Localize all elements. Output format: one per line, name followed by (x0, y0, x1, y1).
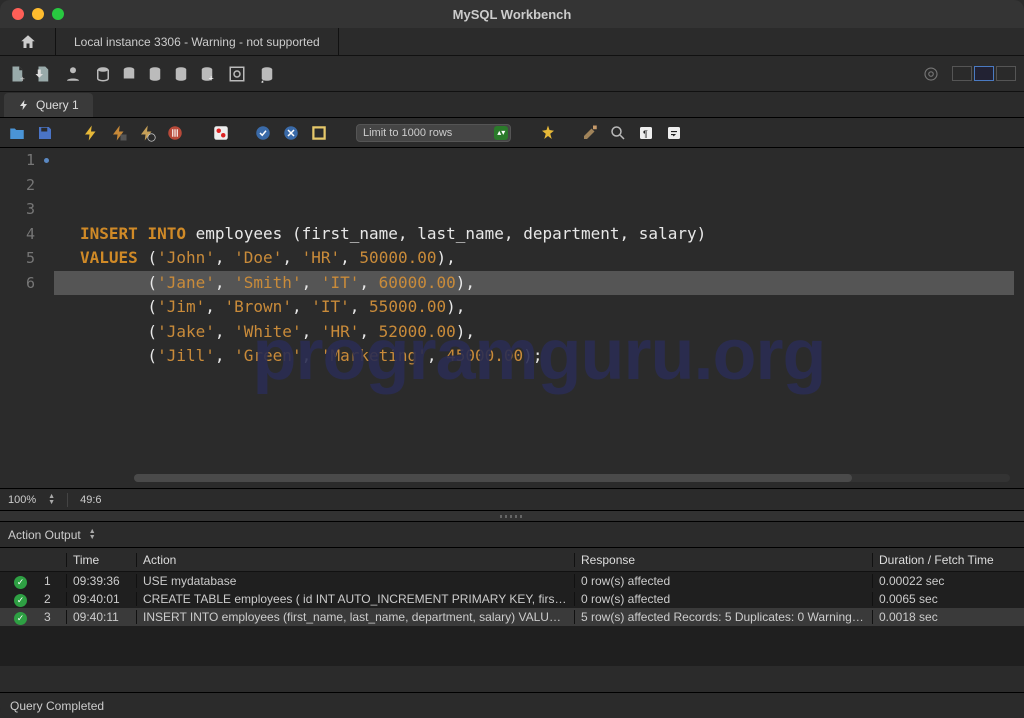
svg-text:+: + (209, 73, 214, 83)
col-action[interactable]: Action (136, 553, 574, 567)
maximize-icon[interactable] (52, 8, 64, 20)
connection-tab-label: Local instance 3306 - Warning - not supp… (74, 35, 320, 49)
titlebar: MySQL Workbench (0, 0, 1024, 28)
window-title: MySQL Workbench (0, 7, 1024, 22)
query-tab-label: Query 1 (36, 98, 79, 112)
home-tab[interactable] (0, 28, 56, 55)
svg-text:+: + (20, 74, 25, 83)
execute-icon[interactable] (82, 124, 100, 142)
toggle-safe-icon[interactable] (310, 124, 328, 142)
col-duration[interactable]: Duration / Fetch Time (872, 553, 1022, 567)
editor-footer: 100% ▲▼ 49:6 (0, 488, 1024, 510)
execute-current-icon[interactable] (110, 124, 128, 142)
db-add-icon[interactable]: + (198, 65, 216, 83)
wrap-icon[interactable] (665, 124, 683, 142)
minimize-icon[interactable] (32, 8, 44, 20)
toggle-invisible-icon[interactable]: ¶ (637, 124, 655, 142)
status-text: Query Completed (10, 699, 104, 713)
home-icon (19, 33, 37, 51)
bolt-icon (18, 99, 30, 111)
db-users-icon[interactable] (120, 65, 138, 83)
row-limit-label: Limit to 1000 rows (363, 127, 452, 139)
table-row[interactable]: ✓309:40:11INSERT INTO employees (first_n… (0, 608, 1024, 626)
connection-tab[interactable]: Local instance 3306 - Warning - not supp… (56, 28, 339, 55)
close-icon[interactable] (12, 8, 24, 20)
query-tabstrip: Query 1 (0, 92, 1024, 118)
query-tab[interactable]: Query 1 (4, 93, 93, 117)
editor-gutter: 1 2 3 4 5 6 (0, 148, 54, 488)
cursor-position: 49:6 (80, 494, 101, 506)
db-import-icon[interactable] (172, 65, 190, 83)
open-sql-file-icon[interactable] (34, 65, 52, 83)
db-status-icon[interactable] (94, 65, 112, 83)
query-toolbar: Limit to 1000 rows ▴▾ ¶ (0, 118, 1024, 148)
col-time[interactable]: Time (66, 553, 136, 567)
sql-editor[interactable]: 1 2 3 4 5 6 INSERT INTO employees (first… (0, 148, 1024, 488)
new-sql-file-icon[interactable]: + (8, 65, 26, 83)
explain-icon[interactable] (138, 124, 156, 142)
dashboard-icon[interactable] (228, 65, 246, 83)
rollback-icon[interactable] (282, 124, 300, 142)
col-response[interactable]: Response (574, 553, 872, 567)
pane-splitter[interactable] (0, 510, 1024, 522)
stop-icon[interactable] (166, 124, 184, 142)
statusbar: Query Completed (0, 692, 1024, 718)
success-icon: ✓ (14, 612, 27, 625)
output-panel-header: Action Output ▲▼ (0, 522, 1024, 548)
connection-tabs: Local instance 3306 - Warning - not supp… (0, 28, 1024, 56)
toggle-autocommit-icon[interactable] (212, 124, 230, 142)
save-script-icon[interactable] (36, 124, 54, 142)
find-icon[interactable] (581, 124, 599, 142)
settings-gear-icon[interactable] (922, 65, 940, 83)
table-row[interactable]: ✓209:40:01CREATE TABLE employees ( id IN… (0, 590, 1024, 608)
chevron-updown-icon[interactable]: ▲▼ (89, 529, 96, 541)
output-type-select[interactable]: Action Output (8, 528, 81, 542)
beautify-icon[interactable] (539, 124, 557, 142)
layout-sidebar-icon[interactable] (952, 66, 972, 81)
db-reverse-icon[interactable] (258, 65, 276, 83)
svg-text:¶: ¶ (643, 128, 648, 138)
success-icon: ✓ (14, 576, 27, 589)
layout-secondary-icon[interactable] (996, 66, 1016, 81)
row-limit-select[interactable]: Limit to 1000 rows ▴▾ (356, 124, 511, 142)
db-export-icon[interactable] (146, 65, 164, 83)
admin-icon[interactable] (64, 65, 82, 83)
commit-icon[interactable] (254, 124, 272, 142)
horizontal-scrollbar[interactable] (134, 474, 1010, 482)
zoom-level[interactable]: 100% (8, 494, 36, 506)
action-output-table: Time Action Response Duration / Fetch Ti… (0, 548, 1024, 666)
success-icon: ✓ (14, 594, 27, 607)
table-row[interactable]: ✓109:39:36USE mydatabase0 row(s) affecte… (0, 572, 1024, 590)
open-script-icon[interactable] (8, 124, 26, 142)
table-header: Time Action Response Duration / Fetch Ti… (0, 548, 1024, 572)
search-icon[interactable] (609, 124, 627, 142)
chevron-updown-icon: ▴▾ (494, 126, 508, 140)
chevron-updown-icon[interactable]: ▲▼ (48, 494, 55, 506)
editor-code[interactable]: INSERT INTO employees (first_name, last_… (54, 148, 1024, 488)
layout-toggle[interactable] (952, 66, 1016, 81)
layout-output-icon[interactable] (974, 66, 994, 81)
main-toolbar: + + (0, 56, 1024, 92)
